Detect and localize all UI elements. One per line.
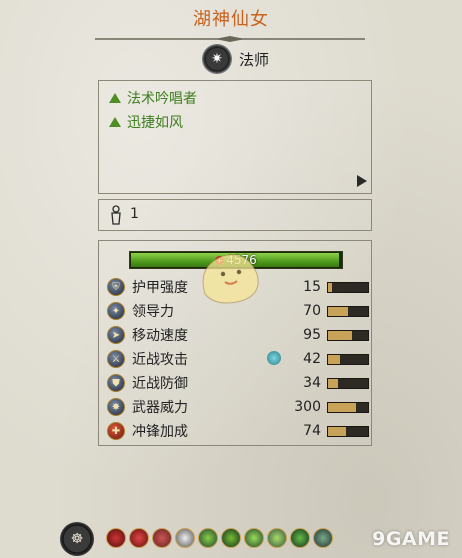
ability-icon[interactable]: [175, 528, 195, 548]
stat-row-leadership[interactable]: ✦ 领导力 70: [107, 301, 369, 321]
stat-bar-fill: [328, 355, 340, 364]
trait-label: 迅捷如风: [127, 115, 183, 131]
stat-label: 冲锋加成: [132, 424, 188, 440]
stat-row-speed[interactable]: ➤ 移动速度 95: [107, 325, 369, 345]
health-plus-icon: +: [215, 256, 225, 265]
stat-bar: [327, 378, 369, 389]
speed-icon: ➤: [107, 326, 125, 344]
soldier-icon: [111, 205, 121, 225]
stat-label: 领导力: [132, 304, 174, 320]
stat-bar-fill: [328, 283, 332, 292]
ability-icon[interactable]: [290, 528, 310, 548]
watermark-text: 9GAME: [372, 528, 450, 550]
mage-star-icon: ✷: [203, 45, 231, 73]
stat-label: 近战防御: [132, 376, 188, 392]
stat-label: 近战攻击: [132, 352, 188, 368]
stat-value: 74: [303, 423, 321, 439]
title-ornament-divider: [95, 36, 365, 42]
unit-count-panel: 1: [98, 199, 372, 231]
unit-portrait-icon[interactable]: ☸: [60, 522, 94, 556]
weapon-strength-icon: ✸: [107, 398, 125, 416]
stat-bar-fill: [328, 307, 348, 316]
stat-label: 护甲强度: [132, 280, 188, 296]
stat-bar: [327, 354, 369, 365]
buff-icon[interactable]: [267, 351, 281, 365]
stat-bar: [327, 330, 369, 341]
trait-up-icon: [109, 117, 121, 127]
stat-label: 移动速度: [132, 328, 188, 344]
ability-icon[interactable]: [152, 528, 172, 548]
traits-panel: 法术吟唱者 迅捷如风: [98, 80, 372, 194]
stat-label: 武器威力: [132, 400, 188, 416]
stat-bar: [327, 282, 369, 293]
trait-item[interactable]: 迅捷如风: [109, 112, 183, 132]
stat-row-weapon-strength[interactable]: ✸ 武器威力 300: [107, 397, 369, 417]
armor-icon: ⛨: [107, 278, 125, 296]
stat-bar-fill: [328, 331, 352, 340]
stat-value: 15: [303, 279, 321, 295]
stat-value: 95: [303, 327, 321, 343]
ability-icon[interactable]: [313, 528, 333, 548]
stat-bar-fill: [328, 427, 346, 436]
unit-count-value: 1: [130, 206, 139, 222]
stat-row-armor[interactable]: ⛨ 护甲强度 15: [107, 277, 369, 297]
charge-bonus-icon: ✚: [107, 422, 125, 440]
traits-scroll-arrow-icon[interactable]: [357, 175, 367, 187]
ability-icon[interactable]: [267, 528, 287, 548]
unit-name-title: 湖神仙女: [193, 9, 269, 30]
unit-class-label: 法师: [239, 50, 270, 69]
ability-icon[interactable]: [221, 528, 241, 548]
health-bar[interactable]: +4576: [129, 251, 343, 269]
ability-icon[interactable]: [198, 528, 218, 548]
stat-value: 300: [294, 399, 321, 415]
health-value: 4576: [226, 253, 257, 267]
health-text: +4576: [130, 252, 342, 268]
stat-value: 42: [303, 351, 321, 367]
stat-row-melee-defense[interactable]: ⛊ 近战防御 34: [107, 373, 369, 393]
stat-bar-fill: [328, 403, 356, 412]
stat-bar-fill: [328, 379, 338, 388]
unit-class-row: ✷ 法师: [203, 44, 269, 74]
stats-panel: +4576 ⛨ 护甲强度 15 ✦ 领导力 70 ➤ 移动速度 95 ⚔ 近战攻…: [98, 240, 372, 446]
ability-icon[interactable]: [129, 528, 149, 548]
stat-row-charge-bonus[interactable]: ✚ 冲锋加成 74: [107, 421, 369, 441]
ability-icon[interactable]: [244, 528, 264, 548]
melee-attack-icon: ⚔: [107, 350, 125, 368]
ability-icon[interactable]: [106, 528, 126, 548]
stat-bar: [327, 306, 369, 317]
abilities-bar: ☸ 9GAME: [0, 518, 462, 558]
stat-value: 34: [303, 375, 321, 391]
trait-item[interactable]: 法术吟唱者: [109, 88, 197, 108]
stat-bar: [327, 402, 369, 413]
stat-row-melee-attack[interactable]: ⚔ 近战攻击 42: [107, 349, 369, 369]
melee-defense-icon: ⛊: [107, 374, 125, 392]
stat-value: 70: [303, 303, 321, 319]
leadership-icon: ✦: [107, 302, 125, 320]
trait-up-icon: [109, 93, 121, 103]
stat-bar: [327, 426, 369, 437]
trait-label: 法术吟唱者: [127, 91, 197, 107]
